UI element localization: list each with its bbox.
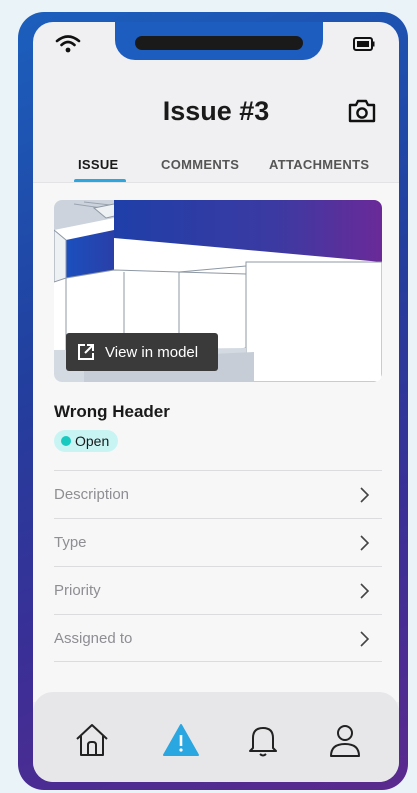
model-preview[interactable]: View in model — [54, 200, 382, 382]
bottom-nav — [33, 692, 399, 782]
field-description[interactable]: Description — [54, 470, 382, 518]
bell-icon[interactable] — [243, 720, 283, 760]
chevron-right-icon — [360, 486, 370, 503]
field-assigned-to[interactable]: Assigned to — [54, 614, 382, 662]
notch-speaker — [135, 36, 303, 50]
tab-issue[interactable]: ISSUE — [78, 157, 119, 172]
status-dot — [61, 436, 71, 446]
alert-icon[interactable] — [161, 720, 201, 760]
field-type[interactable]: Type — [54, 518, 382, 566]
app-screen: Issue #3 ISSUE COMMENTS ATTACHMENTS View… — [33, 22, 399, 782]
view-in-model-label: View in model — [105, 343, 199, 361]
field-label: Priority — [54, 582, 101, 599]
status-label: Open — [75, 433, 110, 449]
field-priority[interactable]: Priority — [54, 566, 382, 614]
tab-comments[interactable]: COMMENTS — [161, 157, 239, 172]
tab-attachments[interactable]: ATTACHMENTS — [269, 157, 369, 172]
battery-icon — [353, 37, 375, 51]
chevron-right-icon — [360, 534, 370, 551]
user-icon[interactable] — [325, 720, 365, 760]
external-link-icon — [78, 344, 94, 360]
issue-name: Wrong Header — [54, 402, 170, 421]
page-title: Issue #3 — [162, 96, 270, 126]
status-badge: Open — [54, 430, 119, 452]
divider — [54, 661, 382, 662]
camera-icon[interactable] — [347, 98, 377, 124]
chevron-right-icon — [360, 582, 370, 599]
view-in-model-button[interactable]: View in model — [66, 333, 218, 371]
notch — [115, 22, 323, 60]
field-label: Type — [54, 534, 87, 551]
home-icon[interactable] — [72, 720, 112, 760]
wifi-icon — [55, 35, 81, 53]
chevron-right-icon — [360, 630, 370, 647]
field-label: Description — [54, 486, 130, 503]
field-label: Assigned to — [54, 630, 133, 647]
